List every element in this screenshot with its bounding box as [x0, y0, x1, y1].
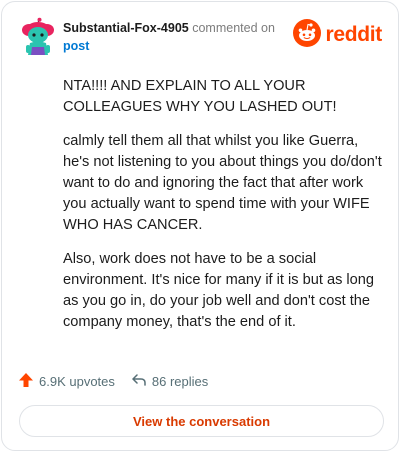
comment-body: NTA!!!! AND EXPLAIN TO ALL YOUR COLLEAGU… [63, 76, 383, 346]
comment-header: Substantial-Fox-4905 commented on post r [18, 17, 384, 57]
upvote-stat[interactable]: 6.9K upvotes [18, 372, 115, 391]
comment-footer: 6.9K upvotes 86 replies [18, 371, 208, 391]
action-text: commented on [192, 21, 275, 35]
post-link[interactable]: post [63, 37, 303, 55]
upvote-count: 6.9K upvotes [39, 373, 115, 389]
comment-paragraph: NTA!!!! AND EXPLAIN TO ALL YOUR COLLEAGU… [63, 78, 337, 115]
reply-stat[interactable]: 86 replies [131, 372, 208, 391]
snoo-avatar-icon[interactable] [18, 17, 58, 57]
reddit-logo-text: reddit [325, 23, 382, 46]
reply-arrow-icon [131, 372, 152, 391]
view-conversation-button[interactable]: View the conversation [19, 405, 384, 437]
reddit-logo-icon [293, 18, 322, 52]
comment-card: Substantial-Fox-4905 commented on post r [1, 1, 399, 451]
comment-paragraph: calmly tell them all that whilst you lik… [63, 133, 382, 233]
upvote-arrow-icon [18, 372, 39, 391]
reddit-logo[interactable]: reddit [293, 18, 382, 52]
comment-paragraph: Also, work does not have to be a social … [63, 251, 375, 330]
reply-count: 86 replies [151, 373, 209, 389]
author-block: Substantial-Fox-4905 commented on post [63, 19, 303, 55]
author-name[interactable]: Substantial-Fox-4905 [63, 21, 189, 35]
